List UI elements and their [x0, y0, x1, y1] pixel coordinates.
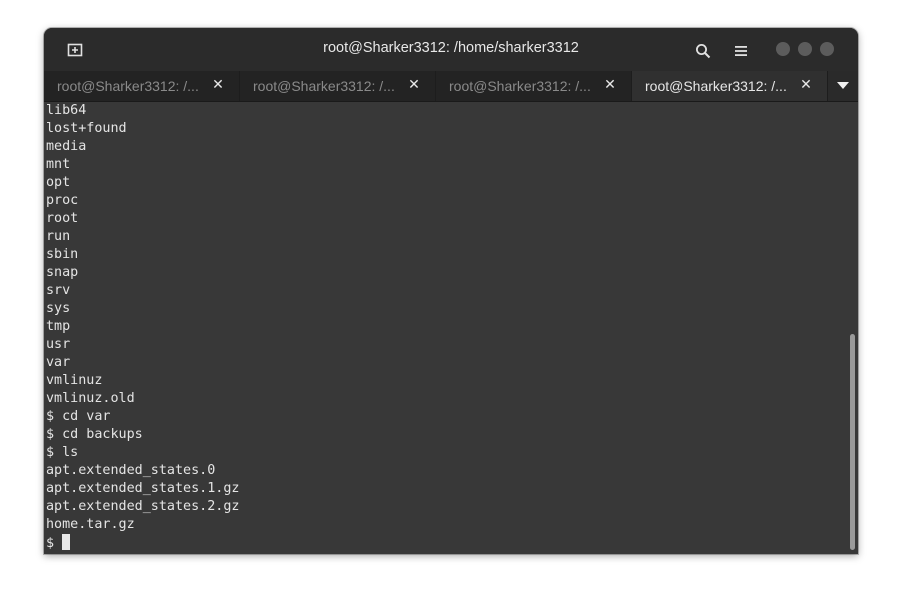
- terminal-line: media: [46, 139, 87, 154]
- terminal-line: var: [46, 355, 71, 370]
- prompt: $: [46, 536, 63, 551]
- terminal-line: opt: [46, 175, 71, 190]
- terminal-window: root@Sharker3312: /home/sharker3312 root…: [44, 28, 858, 554]
- tab-label: root@Sharker3312: /...: [253, 78, 395, 94]
- search-icon: [696, 44, 711, 59]
- tab-label: root@Sharker3312: /...: [449, 78, 591, 94]
- close-icon[interactable]: ✕: [603, 78, 617, 92]
- terminal-line: vmlinuz: [46, 373, 103, 388]
- title-bar: root@Sharker3312: /home/sharker3312: [44, 28, 858, 71]
- minimize-button[interactable]: [776, 42, 790, 56]
- terminal-line: srv: [46, 283, 71, 298]
- tab-3[interactable]: root@Sharker3312: /... ✕: [436, 71, 632, 101]
- close-icon[interactable]: ✕: [407, 78, 421, 92]
- menu-button[interactable]: [730, 40, 752, 62]
- text-cursor: [62, 534, 71, 550]
- new-tab-button[interactable]: [62, 39, 88, 61]
- terminal-line: vmlinuz.old: [46, 391, 135, 406]
- hamburger-menu-icon: [735, 46, 747, 56]
- terminal-line: sys: [46, 301, 71, 316]
- terminal-line: apt.extended_states.0: [46, 463, 216, 478]
- close-icon[interactable]: ✕: [211, 78, 225, 92]
- terminal-line: lost+found: [46, 121, 127, 136]
- tab-bar: root@Sharker3312: /... ✕ root@Sharker331…: [44, 71, 858, 102]
- scrollbar-thumb[interactable]: [850, 334, 855, 550]
- terminal-line: root: [46, 211, 79, 226]
- terminal-line: mnt: [46, 157, 71, 172]
- terminal-line: usr: [46, 337, 71, 352]
- maximize-button[interactable]: [798, 42, 812, 56]
- terminal-line: $ cd backups: [46, 427, 143, 442]
- scrollbar[interactable]: [848, 102, 858, 554]
- terminal-line: lib64: [46, 103, 87, 118]
- terminal-line: apt.extended_states.2.gz: [46, 499, 240, 514]
- terminal-line: snap: [46, 265, 79, 280]
- terminal-line: apt.extended_states.1.gz: [46, 481, 240, 496]
- new-tab-icon: [67, 43, 83, 57]
- terminal-line: home.tar.gz: [46, 517, 135, 532]
- terminal-line: tmp: [46, 319, 71, 334]
- close-window-button[interactable]: [820, 42, 834, 56]
- terminal-line: sbin: [46, 247, 79, 262]
- terminal-output[interactable]: lib64 lost+found media mnt opt proc root…: [44, 102, 858, 554]
- close-icon[interactable]: ✕: [799, 78, 813, 92]
- tab-2[interactable]: root@Sharker3312: /... ✕: [240, 71, 436, 101]
- tab-1[interactable]: root@Sharker3312: /... ✕: [44, 71, 240, 101]
- terminal-line: $ ls: [46, 445, 79, 460]
- terminal-line: proc: [46, 193, 79, 208]
- tab-label: root@Sharker3312: /...: [57, 78, 199, 94]
- chevron-down-icon: [837, 82, 849, 89]
- search-button[interactable]: [692, 40, 714, 62]
- terminal-lines: lib64 lost+found media mnt opt proc root…: [46, 102, 239, 552]
- tab-4-active[interactable]: root@Sharker3312: /... ✕: [632, 71, 828, 101]
- terminal-line: run: [46, 229, 71, 244]
- terminal-line: $ cd var: [46, 409, 111, 424]
- tab-label: root@Sharker3312: /...: [645, 78, 787, 94]
- window-title: root@Sharker3312: /home/sharker3312: [323, 40, 579, 56]
- tab-overflow-button[interactable]: [828, 71, 858, 101]
- prompt-line[interactable]: $: [46, 534, 239, 552]
